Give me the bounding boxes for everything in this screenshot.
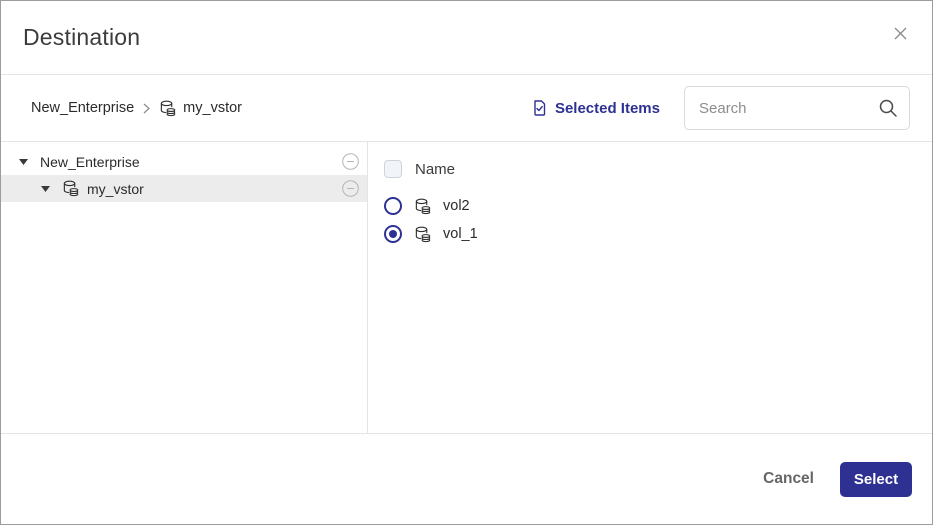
- select-button[interactable]: Select: [840, 462, 912, 497]
- database-icon: [414, 226, 431, 243]
- close-icon: [893, 26, 908, 41]
- radio-button-checked[interactable]: [384, 225, 402, 243]
- select-all-checkbox[interactable]: [384, 160, 402, 178]
- destination-dialog: Destination New_Enterprise my_vstor: [0, 0, 933, 525]
- chevron-right-icon: [143, 103, 150, 114]
- tree-item-label: New_Enterprise: [40, 154, 342, 170]
- list-item-vol-1[interactable]: vol_1: [384, 220, 932, 248]
- dialog-footer: Cancel Select: [1, 433, 932, 524]
- database-icon: [62, 180, 79, 197]
- name-column-header: Name: [415, 161, 455, 178]
- caret-down-icon[interactable]: [19, 159, 28, 165]
- dialog-header: Destination: [1, 1, 932, 75]
- remove-circle-icon[interactable]: [342, 180, 359, 197]
- database-icon: [159, 100, 176, 117]
- search-input[interactable]: [684, 86, 910, 130]
- breadcrumb-item-vstor[interactable]: my_vstor: [159, 100, 242, 117]
- list-item-vol2[interactable]: vol2: [384, 192, 932, 220]
- page-title: Destination: [23, 24, 140, 51]
- tree-item-new-enterprise[interactable]: New_Enterprise: [1, 148, 367, 175]
- tree-panel: New_Enterprise my_vstor: [1, 142, 368, 433]
- close-button[interactable]: [889, 22, 912, 45]
- tree-item-label: my_vstor: [87, 181, 342, 197]
- remove-circle-icon[interactable]: [342, 153, 359, 170]
- breadcrumb: New_Enterprise my_vstor: [31, 100, 242, 117]
- list-item-label: vol2: [443, 198, 470, 214]
- tree-item-my-vstor[interactable]: my_vstor: [1, 175, 367, 202]
- caret-down-icon[interactable]: [41, 186, 50, 192]
- toolbar: New_Enterprise my_vstor Selected It: [1, 75, 932, 142]
- cancel-button[interactable]: Cancel: [763, 470, 814, 488]
- breadcrumb-item-enterprise[interactable]: New_Enterprise: [31, 100, 134, 116]
- search-icon[interactable]: [878, 98, 898, 123]
- radio-button[interactable]: [384, 197, 402, 215]
- dialog-content: New_Enterprise my_vstor: [1, 142, 932, 433]
- document-check-icon: [532, 100, 547, 116]
- database-icon: [414, 198, 431, 215]
- items-list-panel: Name vol2 vol_1: [368, 142, 932, 433]
- selected-items-button[interactable]: Selected Items: [532, 100, 660, 117]
- list-header: Name: [384, 152, 932, 186]
- list-item-label: vol_1: [443, 226, 478, 242]
- search-box: [684, 86, 910, 130]
- selected-items-label: Selected Items: [555, 100, 660, 117]
